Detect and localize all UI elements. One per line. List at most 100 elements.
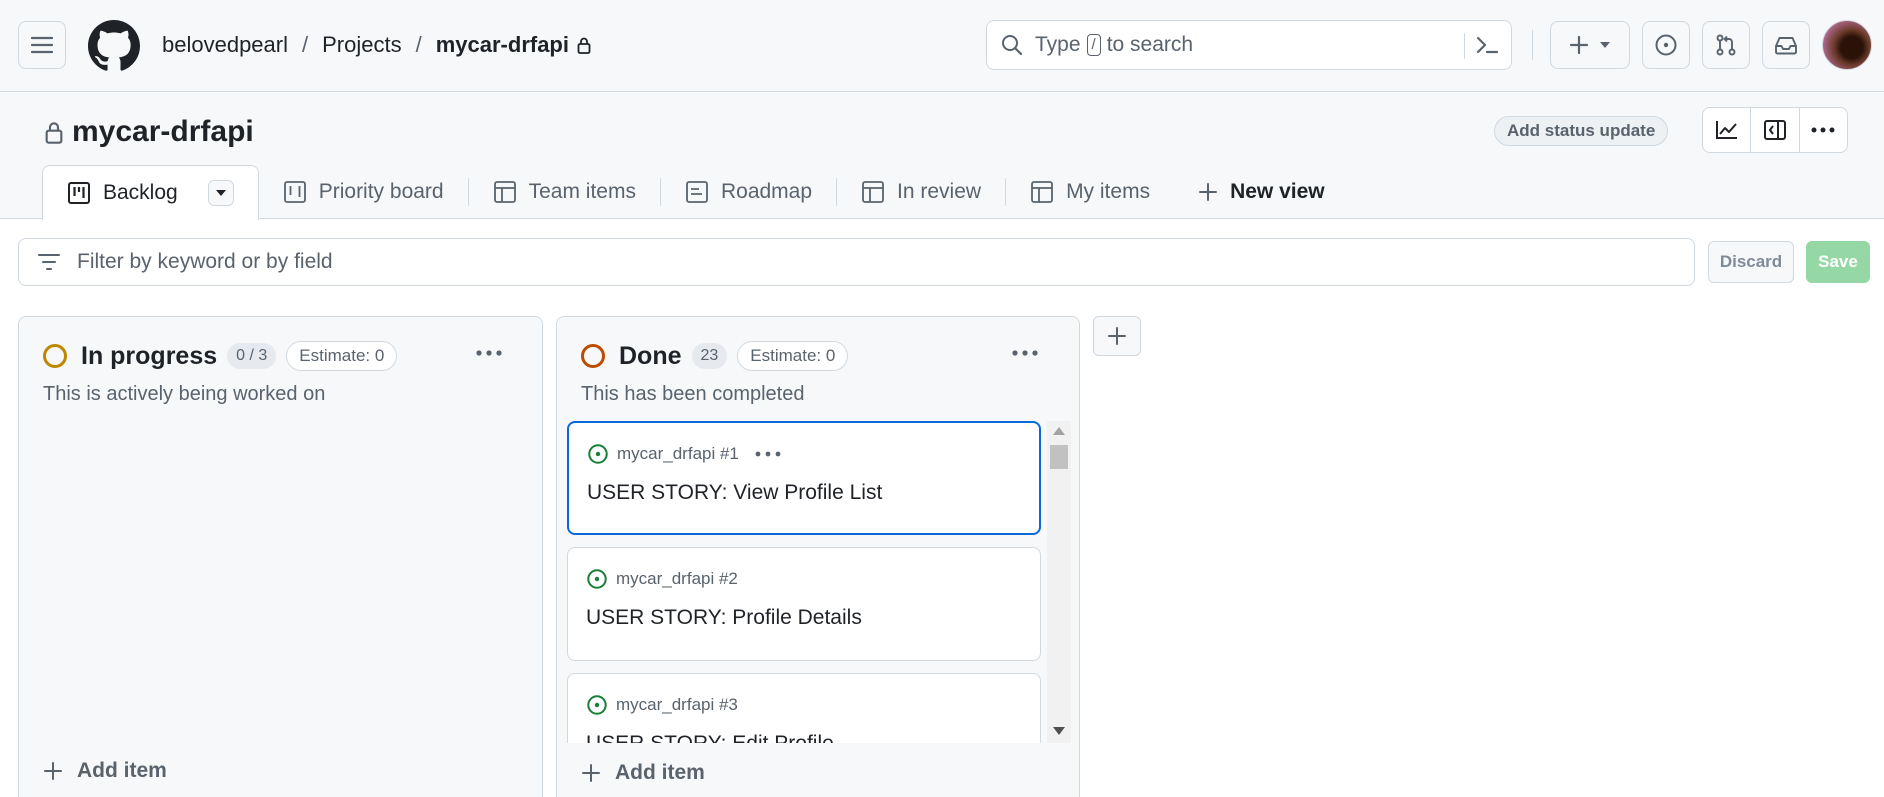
card-meta: mycar_drfapi #2 bbox=[586, 568, 738, 590]
command-palette-icon[interactable] bbox=[1475, 34, 1499, 56]
issue-opened-icon bbox=[588, 444, 608, 464]
pull-requests-button[interactable] bbox=[1702, 21, 1750, 69]
github-logo-icon[interactable] bbox=[88, 20, 140, 72]
tab-label: Team items bbox=[528, 180, 636, 203]
search-input[interactable]: Type / to search bbox=[986, 20, 1512, 70]
add-item-button[interactable]: Add item bbox=[581, 761, 705, 785]
tab-label: My items bbox=[1066, 180, 1151, 203]
breadcrumb-separator: / bbox=[415, 32, 422, 57]
menu-button[interactable] bbox=[18, 21, 66, 69]
plus-icon bbox=[1108, 327, 1126, 345]
tab-label: Backlog bbox=[103, 181, 178, 204]
sidebar-toggle-button[interactable] bbox=[1751, 108, 1800, 152]
search-icon bbox=[1001, 34, 1023, 56]
inbox-icon bbox=[1775, 37, 1797, 55]
card-list: mycar_drfapi #1 USER STORY: View Profile… bbox=[567, 421, 1071, 743]
status-in-progress-icon bbox=[43, 344, 67, 368]
triangle-down-icon bbox=[215, 190, 226, 196]
breadcrumb-separator: / bbox=[301, 32, 309, 57]
caret-down-icon bbox=[1600, 42, 1610, 48]
column-title: In progress bbox=[81, 341, 218, 370]
card-reference[interactable]: mycar_drfapi #2 bbox=[616, 569, 738, 589]
inbox-button[interactable] bbox=[1762, 21, 1810, 69]
hamburger-icon bbox=[31, 36, 53, 54]
sidebar-expand-icon bbox=[1763, 120, 1786, 140]
add-status-update-button[interactable]: Add status update bbox=[1494, 116, 1669, 146]
card-list-scrollbar[interactable] bbox=[1047, 421, 1071, 743]
tab-in-review[interactable]: In review bbox=[837, 165, 1005, 219]
header-divider bbox=[1532, 30, 1533, 60]
tab-my-items[interactable]: My items bbox=[1006, 165, 1174, 219]
board-icon bbox=[67, 181, 91, 205]
new-view-label: New view bbox=[1230, 180, 1325, 203]
tab-priority-board[interactable]: Priority board bbox=[259, 165, 468, 219]
card-reference[interactable]: mycar_drfapi #1 bbox=[617, 444, 739, 464]
tab-team-items[interactable]: Team items bbox=[469, 165, 660, 219]
breadcrumb: belovedpearl / Projects / mycar-drfapi bbox=[162, 32, 591, 58]
column-estimate: Estimate: 0 bbox=[286, 341, 398, 371]
graph-icon bbox=[1715, 121, 1737, 139]
tab-label: In review bbox=[897, 180, 982, 203]
card-item[interactable]: mycar_drfapi #3 USER STORY: Edit Profile bbox=[567, 673, 1041, 743]
breadcrumb-owner[interactable]: belovedpearl bbox=[162, 32, 288, 58]
search-suffix: to search bbox=[1106, 33, 1194, 56]
add-column-button[interactable] bbox=[1093, 316, 1141, 356]
kebab-horizontal-icon bbox=[476, 350, 502, 356]
column-done: Done 23 Estimate: 0 This has been comple… bbox=[556, 316, 1080, 797]
add-item-button[interactable]: Add item bbox=[43, 759, 167, 783]
project-actions bbox=[1702, 107, 1848, 153]
kebab-horizontal-icon bbox=[1811, 127, 1835, 133]
card-reference[interactable]: mycar_drfapi #3 bbox=[616, 695, 738, 715]
scroll-up-arrow-icon[interactable] bbox=[1053, 427, 1065, 435]
project-title-text: mycar-drfapi bbox=[72, 115, 254, 148]
discard-button[interactable]: Discard bbox=[1708, 241, 1794, 283]
column-count: 0 / 3 bbox=[227, 343, 277, 369]
column-count: 23 bbox=[691, 343, 728, 369]
create-new-button[interactable] bbox=[1550, 21, 1630, 69]
view-options-button[interactable] bbox=[207, 180, 234, 206]
plus-icon bbox=[582, 764, 600, 782]
card-title[interactable]: USER STORY: Edit Profile bbox=[586, 732, 834, 743]
issue-opened-icon bbox=[587, 695, 607, 715]
column-description: This is actively being worked on bbox=[43, 383, 326, 405]
column-header: In progress 0 / 3 Estimate: 0 bbox=[43, 341, 398, 371]
kebab-horizontal-icon[interactable] bbox=[755, 451, 781, 457]
card-item[interactable]: mycar_drfapi #1 USER STORY: View Profile… bbox=[567, 421, 1041, 535]
search-prefix: Type bbox=[1035, 33, 1081, 56]
plus-icon bbox=[1569, 35, 1589, 55]
lock-icon bbox=[577, 36, 591, 54]
card-title[interactable]: USER STORY: View Profile List bbox=[587, 481, 882, 505]
new-view-button[interactable]: New view bbox=[1174, 165, 1349, 219]
add-item-label: Add item bbox=[77, 759, 167, 782]
kebab-horizontal-icon bbox=[1012, 350, 1038, 356]
project-more-button[interactable] bbox=[1800, 108, 1847, 152]
scroll-down-arrow-icon[interactable] bbox=[1053, 727, 1065, 735]
status-done-icon bbox=[581, 344, 605, 368]
plus-icon bbox=[44, 762, 62, 780]
roadmap-icon bbox=[685, 180, 709, 204]
plus-icon bbox=[1198, 182, 1218, 202]
tab-backlog[interactable]: Backlog bbox=[42, 165, 259, 220]
view-tabs: Backlog Priority board Team items Roadma… bbox=[42, 165, 1349, 220]
card-item[interactable]: mycar_drfapi #2 USER STORY: Profile Deta… bbox=[567, 547, 1041, 661]
column-menu-button[interactable] bbox=[1007, 339, 1043, 367]
breadcrumb-projects[interactable]: Projects bbox=[322, 32, 401, 58]
tab-label: Priority board bbox=[318, 180, 444, 203]
filter-input[interactable]: Filter by keyword or by field bbox=[18, 238, 1695, 286]
column-estimate: Estimate: 0 bbox=[737, 341, 849, 371]
issue-opened-icon bbox=[587, 569, 607, 589]
lock-icon bbox=[45, 122, 63, 144]
insights-button[interactable] bbox=[1703, 108, 1752, 152]
scrollbar-thumb[interactable] bbox=[1050, 445, 1068, 469]
card-title[interactable]: USER STORY: Profile Details bbox=[586, 606, 862, 630]
avatar[interactable] bbox=[1822, 20, 1872, 70]
board: In progress 0 / 3 Estimate: 0 This is ac… bbox=[0, 300, 1884, 797]
breadcrumb-repo[interactable]: mycar-drfapi bbox=[436, 32, 569, 58]
table-icon bbox=[493, 180, 517, 204]
tab-roadmap[interactable]: Roadmap bbox=[661, 165, 836, 219]
save-button[interactable]: Save bbox=[1806, 241, 1870, 283]
search-shortcut-key: / bbox=[1086, 34, 1101, 56]
column-menu-button[interactable] bbox=[471, 339, 507, 367]
issues-button[interactable] bbox=[1642, 21, 1690, 69]
git-pull-request-icon bbox=[1716, 34, 1736, 56]
